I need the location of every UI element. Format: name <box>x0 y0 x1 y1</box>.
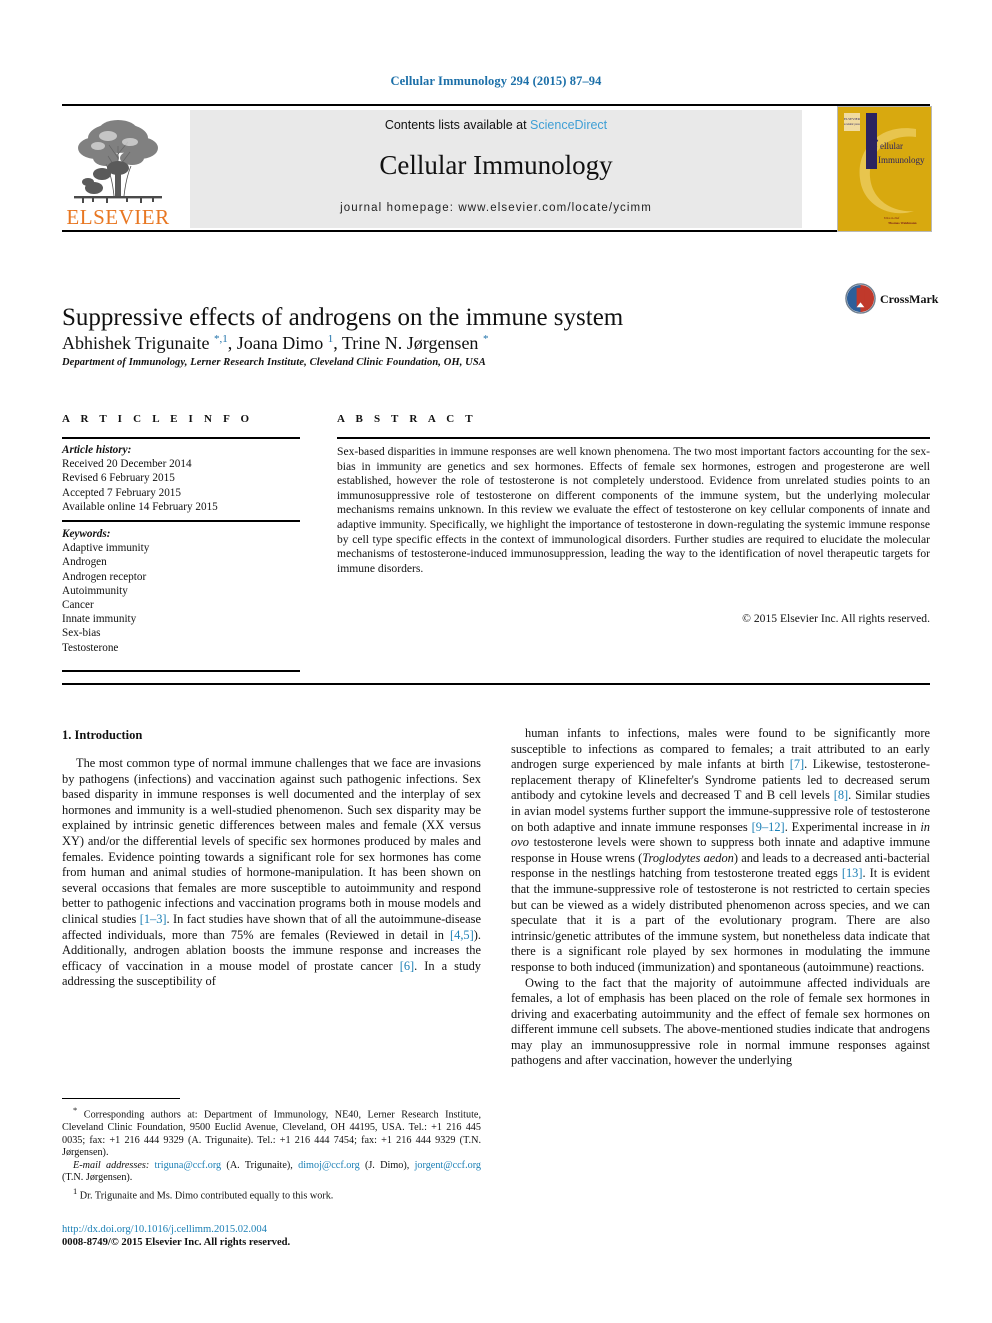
contents-available-line: Contents lists available at ScienceDirec… <box>190 118 802 132</box>
keywords-rule <box>62 520 300 522</box>
body-column-left: The most common type of normal immune ch… <box>62 756 481 990</box>
body-paragraph: The most common type of normal immune ch… <box>62 756 481 989</box>
journal-cover-thumbnail: ELSEVIER academic press C ellular Immuno… <box>837 106 932 232</box>
contents-prefix: Contents lists available at <box>384 118 531 132</box>
keyword-item: Testosterone <box>62 641 119 654</box>
banner-bottom-rule <box>62 230 930 232</box>
svg-text:ELSEVIER: ELSEVIER <box>844 117 861 121</box>
section-heading-introduction: 1. Introduction <box>62 728 143 742</box>
article-history: Article history: Received 20 December 20… <box>62 443 312 514</box>
keywords-end-rule <box>62 670 300 672</box>
svg-text:Immunology: Immunology <box>878 155 925 165</box>
elsevier-wordmark: ELSEVIER <box>66 205 170 229</box>
keyword-item: Autoimmunity <box>62 584 128 597</box>
sciencedirect-link[interactable]: ScienceDirect <box>530 118 607 132</box>
keywords-list: Keywords: Adaptive immunity Androgen And… <box>62 527 312 655</box>
article-info-heading: A R T I C L E I N F O <box>62 413 254 425</box>
abstract-heading: A B S T R A C T <box>337 413 477 425</box>
running-head: Cellular Immunology 294 (2015) 87–94 <box>390 74 602 88</box>
footnote-email-addresses[interactable]: E-mail addresses: triguna@ccf.org (A. Tr… <box>62 1160 481 1185</box>
keyword-item: Innate immunity <box>62 613 137 626</box>
abstract-text: Sex-based disparities in immune response… <box>337 445 930 575</box>
article-page: Cellular Immunology 294 (2015) 87–94 ELS… <box>0 0 992 1323</box>
svg-text:ellular: ellular <box>880 141 903 151</box>
footnote-rule <box>62 1098 180 1100</box>
keyword-item: Androgen <box>62 556 107 569</box>
crossmark-icon <box>845 283 876 314</box>
history-item: Available online 14 February 2015 <box>62 500 218 513</box>
history-item: Accepted 7 February 2015 <box>62 486 181 499</box>
doi-link[interactable]: http://dx.doi.org/10.1016/j.cellimm.2015… <box>62 1223 481 1236</box>
history-item: Received 20 December 2014 <box>62 458 192 471</box>
author-list: Abhishek Trigunaite *,1, Joana Dimo 1, T… <box>62 333 489 353</box>
keyword-item: Androgen receptor <box>62 570 147 583</box>
journal-homepage-link[interactable]: journal homepage: www.elsevier.com/locat… <box>190 202 802 214</box>
footnote-block: * Corresponding authors at: Department o… <box>62 1104 481 1203</box>
history-item: Revised 6 February 2015 <box>62 472 175 485</box>
elsevier-logo: ELSEVIER <box>62 110 174 230</box>
journal-cover-art: ELSEVIER academic press C ellular Immuno… <box>838 107 931 231</box>
issn-copyright-line: 0008-8749/© 2015 Elsevier Inc. All right… <box>62 1237 291 1248</box>
svg-text:C: C <box>868 137 879 153</box>
abstract-rule <box>337 437 930 439</box>
body-paragraph: Owing to the fact that the majority of a… <box>511 975 930 1068</box>
svg-text:academic press: academic press <box>844 123 860 126</box>
banner-top-rule <box>62 104 930 106</box>
footnote-corresponding-author: * Corresponding authors at: Department o… <box>62 1105 481 1159</box>
svg-text:Editor-in-chief: Editor-in-chief <box>884 217 899 220</box>
crossmark-badge[interactable]: CrossMark <box>845 283 941 317</box>
keyword-item: Cancer <box>62 599 94 612</box>
keyword-item: Adaptive immunity <box>62 542 150 555</box>
footnote-equal-contribution: 1 Dr. Trigunaite and Ms. Dimo contribute… <box>73 1185 334 1202</box>
keywords-label: Keywords: <box>62 528 111 540</box>
info-rule <box>62 437 300 439</box>
elsevier-tree-icon <box>74 120 162 203</box>
journal-title: Cellular Immunology <box>379 150 613 180</box>
abstract-copyright: © 2015 Elsevier Inc. All rights reserved… <box>742 612 930 625</box>
svg-text:Thomas Waldmann: Thomas Waldmann <box>888 221 917 225</box>
abstract-end-rule <box>62 683 930 685</box>
contents-band: Contents lists available at ScienceDirec… <box>190 110 802 228</box>
journal-banner: ELSEVIER Contents lists available at Sci… <box>62 104 932 232</box>
keyword-item: Sex-bias <box>62 627 101 640</box>
body-column-right: human infants to infections, males were … <box>511 726 930 1069</box>
crossmark-label: CrossMark <box>880 292 939 306</box>
affiliation: Department of Immunology, Lerner Researc… <box>62 357 486 368</box>
body-paragraph: human infants to infections, males were … <box>511 726 930 974</box>
article-history-label: Article history: <box>62 444 132 456</box>
